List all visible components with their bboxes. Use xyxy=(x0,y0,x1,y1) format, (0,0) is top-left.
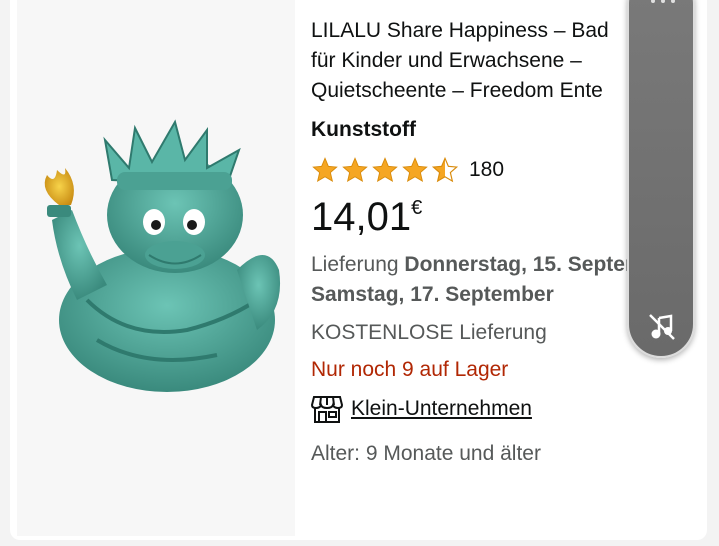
liberty-duck-image xyxy=(44,119,281,392)
more-icon[interactable] xyxy=(649,0,677,4)
star-icon xyxy=(372,157,398,183)
product-card[interactable]: LILALU Share Happiness – Bad für Kinder … xyxy=(10,0,707,540)
age-info: Alter: 9 Monate und älter xyxy=(311,442,541,465)
music-off-icon[interactable] xyxy=(647,312,677,342)
stock-status: Nur noch 9 auf Lager xyxy=(311,358,509,381)
delivery-prefix: Lieferung xyxy=(311,253,405,276)
price-currency: € xyxy=(411,197,423,219)
star-icon xyxy=(342,157,368,183)
title-line-2[interactable]: für Kinder und Erwachsene – xyxy=(311,46,621,76)
media-overlay-panel[interactable] xyxy=(627,0,695,358)
title-line-3[interactable]: Quietscheente – Freedom Ente xyxy=(311,76,621,106)
small-business-label[interactable]: Klein-Unternehmen xyxy=(351,397,532,421)
star-icon xyxy=(312,157,338,183)
store-icon xyxy=(311,396,343,423)
star-icon xyxy=(402,157,428,183)
price-amount: 14,01 xyxy=(311,195,412,239)
star-rating[interactable] xyxy=(311,156,459,184)
product-title[interactable]: LILALU Share Happiness – Bad für Kinder … xyxy=(311,16,621,106)
product-image[interactable] xyxy=(17,0,295,536)
rating-count[interactable]: 180 xyxy=(469,158,504,182)
half-star-icon xyxy=(431,156,459,183)
delivery-date-end: Samstag, 17. September xyxy=(311,283,554,306)
small-business-link[interactable]: Klein-Unternehmen xyxy=(311,391,701,427)
title-line-1[interactable]: LILALU Share Happiness – Bad xyxy=(311,16,621,46)
